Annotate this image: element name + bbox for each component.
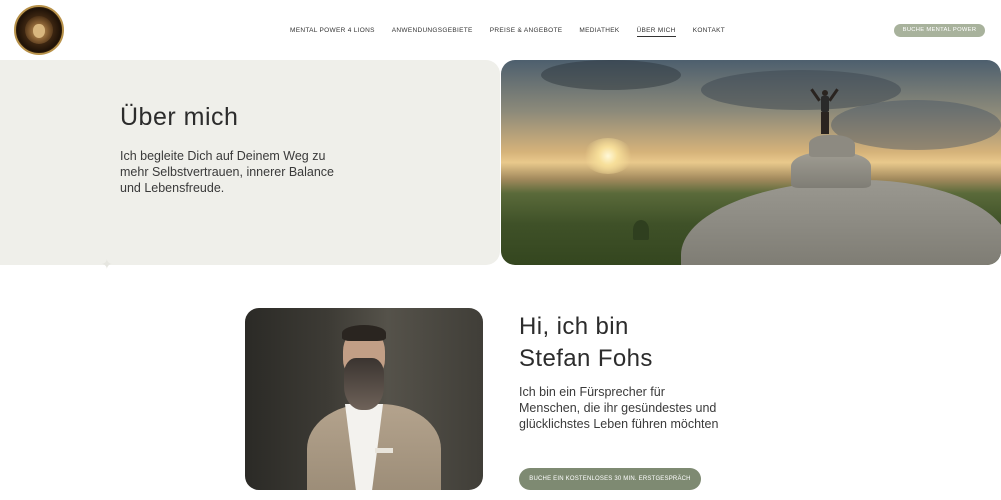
nav-item-kontakt[interactable]: KONTAKT <box>693 26 725 37</box>
nav-item-mediathek[interactable]: MEDIATHEK <box>579 26 619 37</box>
tree-shape <box>633 220 649 240</box>
free-consultation-button[interactable]: BUCHE EIN KOSTENLOSES 30 MIN. ERSTGESPRÄ… <box>519 468 701 490</box>
portrait-pocket-square <box>375 448 393 453</box>
nav-item-preise[interactable]: PREISE & ANGEBOTE <box>490 26 563 37</box>
portrait-beard <box>344 358 384 410</box>
rock-top <box>809 135 855 157</box>
main-nav: MENTAL POWER 4 LIONS ANWENDUNGSGEBIETE P… <box>290 26 742 37</box>
cloud-shape <box>831 100 1001 150</box>
intro-title-line1: Hi, ich bin <box>519 313 629 340</box>
hero-description: Ich begleite Dich auf Deinem Weg zu mehr… <box>120 149 335 195</box>
page-title: Über mich <box>120 103 239 131</box>
portrait-image <box>245 308 483 490</box>
sparkle-icon: ✦ <box>101 256 113 272</box>
lion-logo[interactable] <box>14 5 64 55</box>
rock-middle <box>791 152 871 188</box>
rock-base <box>681 180 1001 265</box>
intro-description: Ich bin ein Fürsprecher für Menschen, di… <box>519 385 719 431</box>
nav-item-anwendungsgebiete[interactable]: ANWENDUNGSGEBIETE <box>392 26 473 37</box>
lion-face-graphic <box>33 24 45 38</box>
nav-item-ueber-mich[interactable]: ÜBER MICH <box>636 26 676 37</box>
intro-title: Hi, ich bin Stefan Fohs <box>519 311 759 375</box>
person-silhouette <box>810 88 839 136</box>
portrait-hair <box>342 325 386 341</box>
sun-glow <box>583 138 633 174</box>
hero-mountain-image <box>501 60 1001 265</box>
book-mental-power-button[interactable]: BUCHE MENTAL POWER <box>894 24 985 37</box>
nav-item-mental-power[interactable]: MENTAL POWER 4 LIONS <box>290 26 375 37</box>
cloud-shape <box>541 60 681 90</box>
site-header: MENTAL POWER 4 LIONS ANWENDUNGSGEBIETE P… <box>0 0 1001 60</box>
intro-title-line2: Stefan Fohs <box>519 345 653 372</box>
